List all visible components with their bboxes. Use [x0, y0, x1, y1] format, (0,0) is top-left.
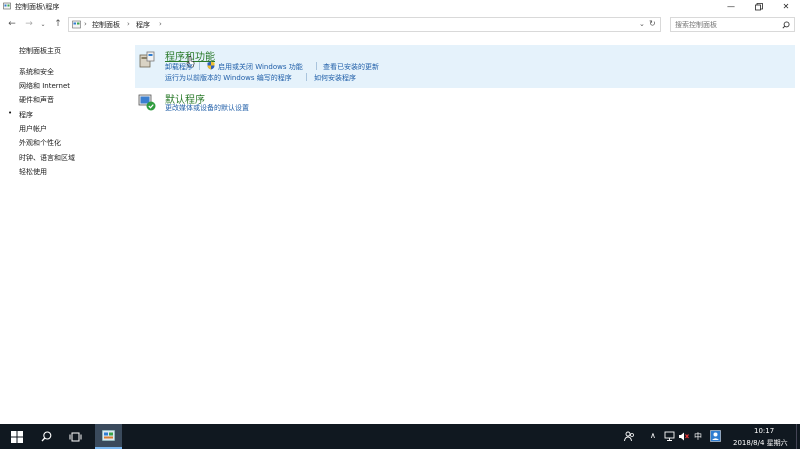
windows-features-link[interactable]: 启用或关闭 Windows 功能 — [218, 62, 303, 72]
restore-icon — [755, 2, 763, 10]
breadcrumb-control-panel[interactable]: 控制面板 — [92, 20, 120, 30]
clock-time[interactable]: 10:17 — [754, 427, 774, 435]
link-separator — [199, 62, 200, 70]
people-icon[interactable] — [624, 431, 635, 442]
programs-features-icon — [139, 51, 155, 68]
recent-locations-button[interactable]: ⌄ — [37, 17, 49, 31]
show-hidden-icons-chevron-icon[interactable]: ∧ — [650, 431, 656, 440]
search-taskbar-button[interactable] — [35, 424, 57, 449]
forward-button[interactable]: → — [23, 17, 35, 31]
ime-indicator[interactable]: 中 — [694, 431, 702, 442]
clock-date[interactable]: 2018/8/4 星期六 — [733, 438, 788, 448]
network-icon[interactable] — [664, 431, 675, 442]
control-panel-icon — [3, 2, 11, 10]
title-bar: 控制面板\程序 — ✕ — [0, 0, 800, 13]
sidebar-item-hardware-sound[interactable]: 硬件和声音 — [19, 95, 54, 105]
run-older-programs-link[interactable]: 运行为以前版本的 Windows 编写的程序 — [165, 73, 292, 83]
chevron-down-icon: ⌄ — [40, 20, 46, 28]
window-title: 控制面板\程序 — [15, 3, 60, 11]
taskbar: ∧ 中 10:17 2018/8/4 星期六 — [0, 424, 800, 449]
arrow-left-icon: ← — [8, 19, 16, 29]
input-method-icon[interactable] — [710, 430, 721, 442]
volume-muted-icon[interactable] — [678, 431, 690, 442]
control-panel-icon — [102, 430, 115, 441]
change-default-settings-link[interactable]: 更改媒体或设备的默认设置 — [165, 103, 249, 113]
windows-logo-icon — [11, 430, 23, 443]
task-view-button[interactable] — [64, 424, 86, 449]
uac-shield-icon — [207, 61, 215, 70]
sidebar-item-appearance[interactable]: 外观和个性化 — [19, 138, 61, 148]
refresh-icon[interactable]: ↻ — [649, 19, 656, 28]
installed-updates-link[interactable]: 查看已安装的更新 — [323, 62, 379, 72]
start-button[interactable] — [6, 424, 28, 449]
back-button[interactable]: ← — [6, 17, 18, 31]
search-icon — [41, 431, 51, 442]
link-separator — [306, 73, 307, 81]
arrow-up-icon: ↑ — [54, 19, 62, 29]
current-item-bullet: • — [8, 109, 13, 117]
arrow-right-icon: → — [25, 19, 33, 29]
close-button[interactable]: ✕ — [772, 0, 800, 13]
breadcrumb-separator: › — [127, 20, 130, 28]
task-view-icon — [69, 432, 81, 441]
sidebar-home-link[interactable]: 控制面板主页 — [19, 46, 61, 56]
uninstall-program-link[interactable]: 卸载程序 — [165, 62, 193, 72]
sidebar-item-system-security[interactable]: 系统和安全 — [19, 67, 54, 77]
breadcrumb-separator: › — [84, 20, 87, 28]
address-dropdown-icon[interactable]: ⌄ — [639, 20, 645, 28]
breadcrumb-programs[interactable]: 程序 — [136, 20, 150, 30]
sidebar-item-network[interactable]: 网络和 Internet — [19, 81, 70, 91]
sidebar: 控制面板主页 系统和安全 网络和 Internet 硬件和声音 • 程序 用户帐… — [0, 36, 130, 421]
minimize-button[interactable]: — — [717, 0, 745, 13]
sidebar-item-clock-region[interactable]: 时钟、语言和区域 — [19, 153, 75, 163]
minimize-icon: — — [727, 2, 735, 11]
control-panel-taskbar-button[interactable] — [95, 424, 122, 449]
how-to-install-link[interactable]: 如何安装程序 — [314, 73, 356, 83]
show-desktop-button[interactable] — [796, 424, 800, 449]
address-row: ← → ⌄ ↑ › 控制面板 › 程序 › ⌄ ↻ — [0, 14, 800, 34]
restore-button[interactable] — [745, 0, 773, 13]
search-input[interactable] — [675, 19, 775, 30]
sidebar-item-ease-of-access[interactable]: 轻松使用 — [19, 167, 47, 177]
sidebar-item-user-accounts[interactable]: 用户帐户 — [19, 124, 47, 134]
up-button[interactable]: ↑ — [52, 17, 64, 31]
sidebar-item-programs[interactable]: 程序 — [19, 110, 33, 120]
search-icon[interactable] — [782, 21, 790, 29]
search-box[interactable] — [670, 17, 795, 32]
default-programs-icon — [138, 94, 156, 111]
close-icon: ✕ — [782, 2, 790, 11]
link-separator — [316, 62, 317, 70]
address-bar[interactable]: › 控制面板 › 程序 › ⌄ ↻ — [68, 17, 661, 32]
control-panel-small-icon — [72, 20, 81, 29]
breadcrumb-separator: › — [159, 20, 162, 28]
